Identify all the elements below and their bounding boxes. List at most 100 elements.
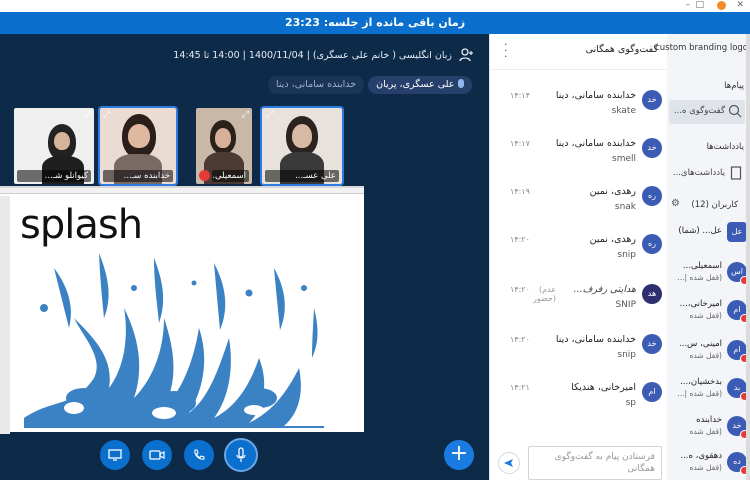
share-screen-button[interactable] — [100, 440, 130, 470]
message-avatar: خد — [642, 90, 662, 110]
message-sender: هدایتی رفرف... — [573, 284, 636, 295]
messages-section-title: پیام‌ها — [724, 81, 744, 91]
webcam-strip: ⤢ علی عسـ... ⤢ اسمعیلی... ⤢ خدابنده سـ..… — [14, 106, 344, 186]
user-item[interactable]: ام امینی، س... (قفل شده — [667, 336, 750, 374]
user-status: (قفل شده — [689, 463, 722, 472]
expand-icon[interactable]: ⤢ — [103, 110, 110, 120]
message-time: ۱۴:۱۴ — [510, 91, 530, 100]
user-name: بدخشیان،... — [680, 377, 722, 387]
send-icon — [504, 459, 513, 467]
expand-icon[interactable]: ⤢ — [84, 110, 91, 120]
user-item[interactable]: بد بدخشیان،... (قفل شده |... — [667, 374, 750, 412]
message-avatar: خد — [642, 334, 662, 354]
notes-icon — [730, 166, 742, 183]
phone-button[interactable] — [184, 440, 214, 470]
user-name: امینی، س... — [678, 339, 722, 349]
muted-badge-icon — [199, 170, 210, 181]
camera-button[interactable] — [142, 440, 172, 470]
send-button[interactable] — [498, 452, 520, 474]
chat-title: گفت‌وگوی همگانی — [585, 44, 658, 55]
chat-icon — [728, 104, 742, 121]
webcam-thumbnail[interactable]: ⤢ خدابنده سـ... — [98, 106, 178, 186]
webcam-thumbnail[interactable]: ⤢ علی عسـ... — [260, 106, 344, 186]
user-list-toggle-icon[interactable] — [458, 47, 474, 63]
chat-message: هد هدایتی رفرف... (عدم حضور) ۱۴:۲۰ SNIP — [496, 278, 664, 324]
user-name: دهقوی، ه... — [680, 451, 722, 461]
message-sender: رهدی، نمین — [589, 234, 636, 245]
presentation-stage: زبان انگلیسی ( خانم علی عسگری) | 1400/11… — [0, 34, 489, 480]
message-time: ۱۴:۲۰ — [510, 235, 530, 244]
user-item[interactable]: عل عل... (شما) — [667, 218, 750, 256]
message-text: smell — [612, 154, 636, 164]
message-sender: خدابنده سامانی، دینا — [555, 90, 636, 101]
class-title: زبان انگلیسی ( خانم علی عسگری) | 1400/11… — [173, 50, 452, 61]
message-sender: امیرخانی، هندیکا — [571, 382, 636, 393]
message-avatar: هد — [642, 284, 662, 304]
expand-icon[interactable]: ⤢ — [242, 110, 249, 120]
splash-illustration — [24, 253, 324, 428]
message-avatar: ره — [642, 234, 662, 254]
chat-panel: · · · گفت‌وگوی همگانی خد خدابنده سامانی، د… — [489, 34, 668, 480]
presentation-slide: splash — [0, 186, 364, 434]
microphone-button[interactable] — [224, 438, 258, 472]
chat-compose: فرستادن پیام به گفت‌وگوی همگانی — [490, 446, 668, 480]
message-sender: خدابنده سامانی، دینا — [555, 138, 636, 149]
sidebar-item-public-chat[interactable]: گفت‌وگوی ه... — [669, 100, 745, 124]
chat-header: · · · گفت‌وگوی همگانی — [490, 34, 668, 70]
talking-indicators: علی عسگری، پریان خدابنده سامانی، دینا — [268, 76, 473, 94]
speaker-tag: خدابنده سامانی، دینا — [268, 76, 365, 94]
chat-messages: خد خدابنده سامانی، دینا ۱۴:۱۴ skate خد خ… — [490, 70, 668, 450]
minimize-button[interactable]: – — [686, 0, 691, 10]
message-sender: رهدی، نمین — [589, 186, 636, 197]
message-avatar: ام — [642, 382, 662, 402]
slide-side-panel — [0, 196, 10, 434]
chat-message: خد خدابنده سامانی، دینا ۱۴:۲۰ snip — [496, 328, 664, 374]
message-text: SNIP — [615, 300, 636, 310]
user-status: (قفل شده — [689, 427, 722, 436]
slide-toolbar — [0, 188, 364, 194]
message-time: ۱۴:۲۰ — [510, 285, 530, 294]
user-name: عل... (شما) — [678, 226, 722, 236]
user-item[interactable]: ام امیرخانی،... (قفل شده — [667, 296, 750, 334]
close-button[interactable]: ✕ — [736, 0, 744, 10]
message-time: ۱۴:۲۱ — [510, 383, 530, 392]
sidebar-scrollbar[interactable] — [746, 34, 750, 480]
chat-input[interactable]: فرستادن پیام به گفت‌وگوی همگانی — [528, 446, 662, 480]
chat-message: خد خدابنده سامانی، دینا ۱۴:۱۷ smell — [496, 132, 664, 178]
user-name: امیرخانی،... — [679, 299, 722, 309]
webcam-name: خدابنده سـ... — [103, 170, 173, 182]
gear-icon[interactable]: ⚙ — [671, 198, 680, 209]
sidebar-item-label: گفت‌وگوی ه... — [673, 106, 725, 116]
webcam-name: اسمعیلی... — [212, 170, 249, 182]
chat-message: ره رهدی، نمین ۱۴:۱۹ snak — [496, 180, 664, 226]
message-avatar: خد — [642, 138, 662, 158]
user-status: (قفل شده |... — [677, 273, 722, 282]
webcam-thumbnail[interactable]: ⤢ کیوانلو شـ... — [14, 108, 94, 184]
speaker-tag: علی عسگری، پریان — [368, 76, 473, 94]
chat-message: ام امیرخانی، هندیکا ۱۴:۲۱ sp — [496, 376, 664, 422]
webcam-thumbnail[interactable]: ⤢ اسمعیلی... — [196, 108, 252, 184]
slide-word: splash — [20, 202, 143, 248]
add-action-button[interactable]: + — [444, 440, 474, 470]
record-indicator-icon — [717, 1, 726, 10]
maximize-button[interactable]: □ — [695, 0, 704, 10]
message-text: sp — [625, 398, 636, 408]
sidebar-item-shared-notes[interactable]: یادداشت‌های... — [669, 162, 745, 186]
branding-logo: custom branding logo — [655, 43, 748, 53]
chat-options-icon[interactable]: · · · — [504, 39, 508, 62]
webcam-name: کیوانلو شـ... — [17, 170, 91, 182]
chat-message: خد خدابنده سامانی، دینا ۱۴:۱۴ skate — [496, 84, 664, 130]
expand-icon[interactable]: ⤢ — [266, 110, 273, 120]
user-item[interactable]: اس اسمعیلی... (قفل شده |... — [667, 258, 750, 296]
message-time: ۱۴:۱۹ — [510, 187, 530, 196]
window-title-bar: – □ ✕ — [0, 0, 750, 12]
message-text: snip — [617, 350, 636, 360]
user-item[interactable]: ده دهقوی، ه... (قفل شده — [667, 448, 750, 480]
chat-message: ره رهدی، نمین ۱۴:۲۰ snip — [496, 228, 664, 274]
user-item[interactable]: خد خدابنده (قفل شده — [667, 412, 750, 450]
message-time: ۱۴:۲۰ — [510, 335, 530, 344]
users-section-title: کاربران (12) — [691, 200, 738, 210]
user-name: اسمعیلی... — [682, 261, 722, 271]
message-avatar: ره — [642, 186, 662, 206]
message-sender: خدابنده سامانی، دینا — [555, 334, 636, 345]
